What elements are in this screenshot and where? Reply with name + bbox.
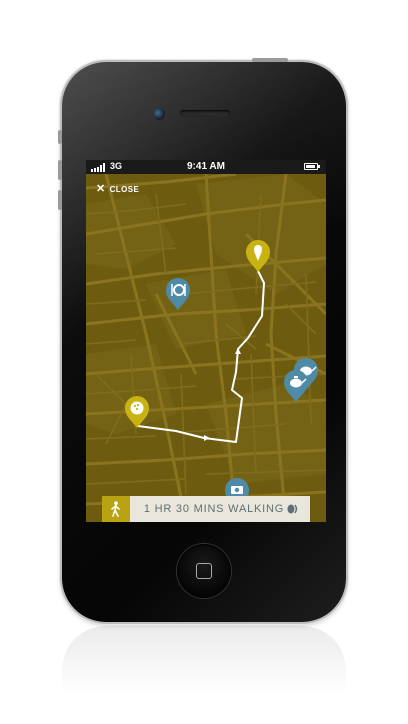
battery-icon [304, 163, 320, 170]
volume-down-button [58, 190, 62, 210]
walking-duration-bar[interactable]: 1 HR 30 MINS WALKING [102, 496, 310, 522]
front-camera [153, 108, 165, 120]
status-bar: 3G 9:41 AM [86, 160, 326, 174]
close-button[interactable]: ✕ CLOSE [96, 182, 139, 196]
close-icon: ✕ [96, 183, 106, 195]
earpiece-speaker [180, 110, 230, 117]
close-label: CLOSE [109, 184, 140, 194]
app-screen: 3G 9:41 AM ✕ CLOSE 1 HR 30 MINS WALKING [86, 160, 326, 522]
power-button [252, 58, 288, 62]
volume-up-button [58, 160, 62, 180]
walking-duration-label: 1 HR 30 MINS WALKING [143, 503, 285, 515]
walking-person-icon [102, 496, 130, 522]
mute-switch [58, 130, 62, 144]
sound-icon[interactable] [284, 501, 302, 517]
phone-reflection [62, 626, 346, 724]
home-square-icon [196, 563, 212, 579]
map-view[interactable] [86, 174, 326, 522]
status-time: 9:41 AM [187, 161, 225, 172]
